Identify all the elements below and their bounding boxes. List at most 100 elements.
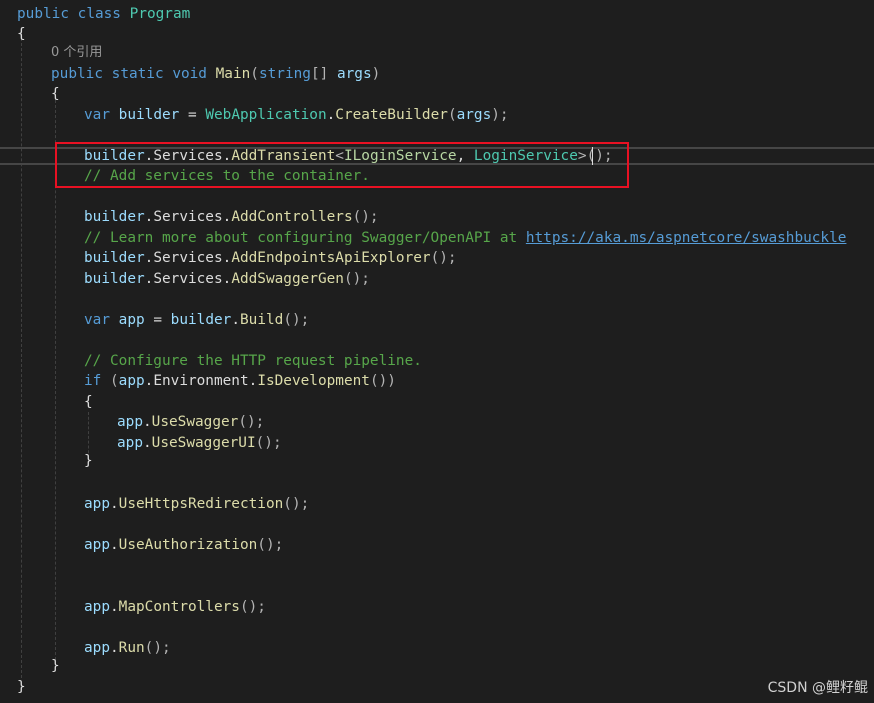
code-line[interactable]: app.Run(); xyxy=(84,638,171,658)
method-name: CreateBuilder xyxy=(335,107,448,123)
code-line[interactable]: { xyxy=(51,84,60,104)
operator: = xyxy=(144,312,171,328)
punctuation: (); xyxy=(343,271,370,287)
keyword: var xyxy=(84,312,110,328)
code-line[interactable]: } xyxy=(51,656,60,676)
variable: app xyxy=(117,414,143,430)
punctuation: (); xyxy=(257,537,284,553)
operator: = xyxy=(179,107,206,123)
highlight-annotation-box xyxy=(55,142,629,188)
code-line[interactable]: { xyxy=(17,24,26,44)
punctuation: ()) xyxy=(369,373,396,389)
method-name: UseSwaggerUI xyxy=(151,435,256,451)
method-name: MapControllers xyxy=(118,599,240,615)
brace: { xyxy=(84,394,93,410)
punctuation: ) xyxy=(371,66,381,82)
variable: app xyxy=(118,373,145,389)
code-line[interactable]: app.UseHttpsRedirection(); xyxy=(84,494,309,514)
code-line[interactable]: builder.Services.AddControllers(); xyxy=(84,207,379,227)
watermark: CSDN @鲤籽鲲 xyxy=(767,680,868,696)
method-name: AddSwaggerGen xyxy=(231,271,344,287)
code-line[interactable]: } xyxy=(84,451,93,471)
method-name: UseHttpsRedirection xyxy=(118,496,284,512)
code-line[interactable]: builder.Services.AddEndpointsApiExplorer… xyxy=(84,248,457,268)
punctuation: . xyxy=(110,640,119,656)
code-line[interactable]: app.UseSwaggerUI(); xyxy=(117,433,282,453)
keyword: public xyxy=(51,66,103,82)
punctuation: . xyxy=(222,250,232,266)
punctuation: ( xyxy=(250,66,259,82)
argument: args xyxy=(456,107,492,123)
brace: { xyxy=(17,26,26,42)
punctuation: (); xyxy=(352,209,379,225)
keyword: string xyxy=(258,66,311,82)
punctuation: . xyxy=(110,496,119,512)
punctuation: ); xyxy=(491,107,509,123)
brace: } xyxy=(51,658,60,674)
comment: // Learn more about configuring Swagger/… xyxy=(84,230,526,246)
property: Services xyxy=(153,250,223,266)
method-name: AddEndpointsApiExplorer xyxy=(231,250,431,266)
method-name: Main xyxy=(215,66,251,82)
variable: app xyxy=(118,312,145,328)
punctuation: . xyxy=(248,373,258,389)
punctuation: [] xyxy=(310,66,329,82)
code-line[interactable]: if (app.Environment.IsDevelopment()) xyxy=(84,371,396,391)
variable: builder xyxy=(84,209,145,225)
property: Services xyxy=(153,209,223,225)
keyword: var xyxy=(84,107,110,123)
variable: builder xyxy=(84,250,145,266)
code-line[interactable]: // Configure the HTTP request pipeline. xyxy=(84,351,422,371)
method-name: IsDevelopment xyxy=(257,373,370,389)
variable: app xyxy=(117,435,143,451)
variable: builder xyxy=(84,271,145,287)
class-name: Program xyxy=(129,6,191,22)
code-line[interactable]: public class Program xyxy=(17,4,190,24)
reference-count-link[interactable]: 0 个引用 xyxy=(51,45,102,60)
punctuation: (); xyxy=(283,312,310,328)
method-name: Run xyxy=(118,640,145,656)
variable: app xyxy=(84,640,110,656)
code-editor[interactable]: public class Program { 0 个引用 public stat… xyxy=(0,0,874,703)
punctuation: ( xyxy=(101,373,119,389)
code-line[interactable]: var app = builder.Build(); xyxy=(84,310,309,330)
brace: } xyxy=(17,679,26,695)
property: Environment xyxy=(153,373,249,389)
code-line[interactable]: app.UseSwagger(); xyxy=(117,412,264,432)
punctuation: (); xyxy=(144,640,171,656)
variable: app xyxy=(84,537,110,553)
punctuation: . xyxy=(110,599,119,615)
indent-guide xyxy=(21,28,22,678)
punctuation: . xyxy=(231,312,240,328)
method-name: UseSwagger xyxy=(151,414,239,430)
keyword: if xyxy=(84,373,102,389)
keyword: class xyxy=(77,6,121,22)
code-line[interactable]: // Learn more about configuring Swagger/… xyxy=(84,228,846,248)
punctuation: . xyxy=(110,537,119,553)
punctuation: . xyxy=(222,271,232,287)
variable: app xyxy=(84,599,110,615)
method-name: AddControllers xyxy=(231,209,353,225)
punctuation: (); xyxy=(430,250,457,266)
code-line[interactable]: app.MapControllers(); xyxy=(84,597,266,617)
keyword: void xyxy=(172,66,207,82)
comment: // Configure the HTTP request pipeline. xyxy=(84,353,422,369)
variable: app xyxy=(84,496,110,512)
brace: } xyxy=(84,453,93,469)
codelens-line[interactable]: 0 个引用 xyxy=(51,42,102,62)
code-line[interactable]: public static void Main(string[] args) xyxy=(51,64,380,84)
code-line[interactable]: { xyxy=(84,392,93,412)
type-name: WebApplication xyxy=(205,107,327,123)
keyword: public xyxy=(17,6,69,22)
comment-hyperlink[interactable]: https://aka.ms/aspnetcore/swashbuckle xyxy=(526,230,847,246)
punctuation: ( xyxy=(447,107,457,123)
code-line[interactable]: app.UseAuthorization(); xyxy=(84,535,283,555)
punctuation: . xyxy=(326,107,336,123)
code-line[interactable]: builder.Services.AddSwaggerGen(); xyxy=(84,269,370,289)
code-line[interactable]: } xyxy=(17,677,26,697)
variable: builder xyxy=(170,312,232,328)
code-line[interactable]: var builder = WebApplication.CreateBuild… xyxy=(84,105,509,125)
property: Services xyxy=(153,271,223,287)
punctuation: (); xyxy=(255,435,282,451)
keyword: static xyxy=(111,66,164,82)
